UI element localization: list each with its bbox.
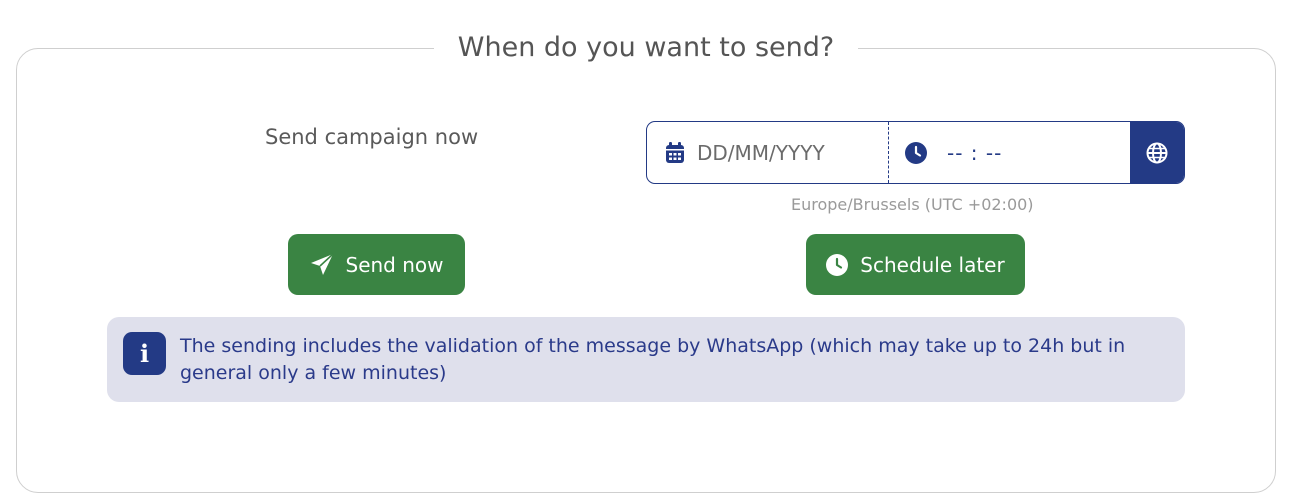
send-now-button[interactable]: Send now [288, 234, 465, 295]
send-timing-panel [16, 48, 1276, 493]
datetime-picker: DD/MM/YYYY -- : -- [646, 121, 1185, 184]
time-input[interactable]: -- : -- [947, 141, 1002, 165]
send-now-button-label: Send now [345, 252, 444, 277]
calendar-icon [665, 141, 685, 164]
info-text: The sending includes the validation of t… [180, 335, 1126, 384]
date-input[interactable]: DD/MM/YYYY [697, 141, 825, 165]
clock-icon [826, 253, 849, 276]
send-campaign-now-label: Send campaign now [265, 125, 479, 149]
paper-plane-icon [310, 252, 334, 277]
section-title: When do you want to send? [434, 30, 858, 66]
clock-icon [905, 141, 927, 164]
schedule-later-button[interactable]: Schedule later [806, 234, 1025, 295]
info-banner: i The sending includes the validation of… [107, 317, 1185, 402]
schedule-later-button-label: Schedule later [860, 252, 1005, 277]
info-icon: i [123, 332, 166, 375]
time-field[interactable]: -- : -- [889, 122, 1130, 183]
date-field[interactable]: DD/MM/YYYY [647, 122, 889, 183]
timezone-button[interactable] [1130, 122, 1184, 183]
timezone-label: Europe/Brussels (UTC +02:00) [791, 195, 1034, 214]
globe-icon [1146, 142, 1168, 164]
